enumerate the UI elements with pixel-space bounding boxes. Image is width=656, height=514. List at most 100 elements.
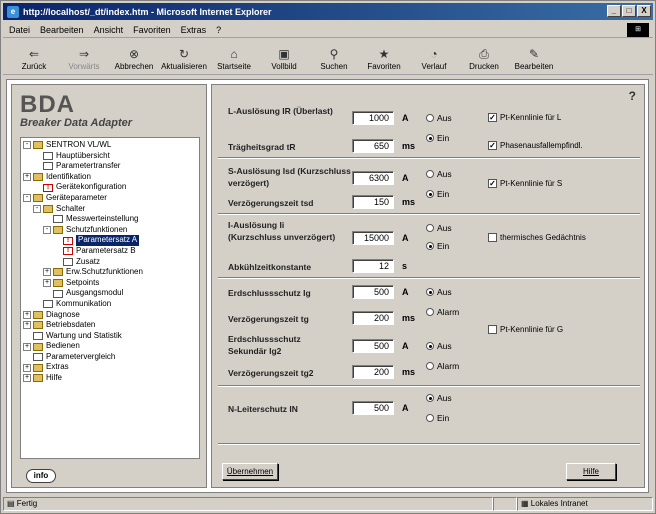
tree-item[interactable]: Parametervergleich <box>23 352 199 363</box>
tree-item[interactable]: Parametertransfer <box>23 161 199 172</box>
expand-icon[interactable]: + <box>23 363 31 372</box>
toolbar-button-vollbild[interactable]: ▣ Vollbild <box>259 40 309 74</box>
n-radio-off[interactable]: Aus <box>426 393 452 403</box>
menu-extras[interactable]: Extras <box>181 25 207 35</box>
tree-item[interactable]: Kommunikation <box>23 299 199 310</box>
page-icon <box>43 151 53 160</box>
expand-icon[interactable]: + <box>23 173 31 182</box>
tree-item[interactable]: + Setpoints <box>23 278 199 289</box>
tree-item[interactable]: - Geräteparameter <box>23 193 199 204</box>
tree-item[interactable]: + Identifikation <box>23 172 199 183</box>
collapse-icon[interactable]: - <box>43 226 51 235</box>
pt-g-checkbox[interactable]: Pt-Kennlinie für G <box>488 325 563 334</box>
expand-icon[interactable]: + <box>23 310 31 319</box>
s-radio-on[interactable]: Ein <box>426 189 449 199</box>
tree-item[interactable]: + Diagnose <box>23 310 199 321</box>
menu-favoriten[interactable]: Favoriten <box>133 25 171 35</box>
i-radio-on[interactable]: Ein <box>426 241 449 251</box>
toolbar-button-abbrechen[interactable]: ⊗ Abbrechen <box>109 40 159 74</box>
phase-loss-checkbox[interactable]: ✓ Phasenausfallempfindl. <box>488 141 583 150</box>
help-question-icon[interactable]: ? <box>629 89 636 103</box>
toolbar-button-drucken[interactable]: ⎙ Drucken <box>459 40 509 74</box>
info-button[interactable]: info <box>26 469 56 483</box>
tg-input[interactable]: 200 <box>352 311 394 325</box>
expand-icon[interactable]: + <box>43 268 51 277</box>
tree-item[interactable]: Ausgangsmodul <box>23 288 199 299</box>
s-trip-input[interactable]: 6300 <box>352 171 394 185</box>
thermal-memory-checkbox[interactable]: thermisches Gedächtnis <box>488 233 586 242</box>
s-trip-unit: A <box>402 173 409 183</box>
g-input[interactable]: 500 <box>352 285 394 299</box>
toolbar-button-startseite[interactable]: ⌂ Startseite <box>209 40 259 74</box>
search-icon: ⚲ <box>329 47 339 61</box>
cool-input[interactable]: 12 <box>352 259 394 273</box>
minimize-button[interactable]: _ <box>607 5 621 17</box>
menu-bearbeiten[interactable]: Bearbeiten <box>40 25 84 35</box>
expand-icon[interactable]: + <box>23 374 31 383</box>
l-radio-off[interactable]: Aus <box>426 113 452 123</box>
g2-radio-alarm[interactable]: Alarm <box>426 361 459 371</box>
s-radio-off[interactable]: Aus <box>426 169 452 179</box>
tree-item[interactable]: - Schalter <box>23 204 199 215</box>
g2-radio-off[interactable]: Aus <box>426 341 452 351</box>
close-button[interactable]: X <box>637 5 651 17</box>
pt-s-checkbox[interactable]: ✓ Pt-Kennlinie für S <box>488 179 562 188</box>
tr-input[interactable]: 650 <box>352 139 394 153</box>
tree-item[interactable]: + Erw.Schutzfunktionen <box>23 267 199 278</box>
tree-item[interactable]: ! Parametersatz B <box>23 246 199 257</box>
folder-icon <box>33 363 43 372</box>
menu-datei[interactable]: Datei <box>9 25 30 35</box>
help-button[interactable]: Hilfe <box>566 463 616 480</box>
maximize-button[interactable]: □ <box>622 5 636 17</box>
tree-item-label: Wartung und Statistik <box>46 330 122 340</box>
apply-button[interactable]: Übernehmen <box>222 463 278 480</box>
status-seg <box>493 497 517 511</box>
tree-item[interactable]: + Hilfe <box>23 373 199 384</box>
expand-icon[interactable]: + <box>23 321 31 330</box>
tree-item[interactable]: Zusatz <box>23 257 199 268</box>
toolbar-button-vorwärts[interactable]: ⇒ Vorwärts <box>59 40 109 74</box>
collapse-icon[interactable]: - <box>23 141 31 150</box>
n-input[interactable]: 500 <box>352 401 394 415</box>
expand-icon[interactable]: + <box>23 342 31 351</box>
n-radio-on[interactable]: Ein <box>426 413 449 423</box>
tree-item[interactable]: ! Parametersatz A <box>23 235 199 246</box>
toolbar-button-aktualisieren[interactable]: ↻ Aktualisieren <box>159 40 209 74</box>
i-trip-input[interactable]: 15000 <box>352 231 394 245</box>
tree-item[interactable]: Hauptübersicht <box>23 151 199 162</box>
tree-item[interactable]: ! Gerätekonfiguration <box>23 182 199 193</box>
tsd-input[interactable]: 150 <box>352 195 394 209</box>
pt-l-checkbox[interactable]: ✓ Pt-Kennlinie für L <box>488 113 561 122</box>
parameter-panel: ? L-Auslösung IR (Überlast) 1000 A Trägh… <box>211 84 645 488</box>
g2-input[interactable]: 500 <box>352 339 394 353</box>
folder-icon <box>33 141 43 150</box>
cool-label: Abkühlzeitkonstante <box>228 262 312 272</box>
toolbar-button-suchen[interactable]: ⚲ Suchen <box>309 40 359 74</box>
tree-item[interactable]: + Betriebsdaten <box>23 320 199 331</box>
tree-item[interactable]: - SENTRON VL/WL <box>23 140 199 151</box>
collapse-icon[interactable]: - <box>23 194 31 203</box>
toolbar-button-bearbeiten[interactable]: ✎ Bearbeiten <box>509 40 559 74</box>
divider <box>218 213 640 215</box>
expand-icon[interactable]: + <box>43 279 51 288</box>
tree-item-label: Zusatz <box>76 256 101 266</box>
tree-item[interactable]: Messwerteinstellung <box>23 214 199 225</box>
tree-item[interactable]: - Schutzfunktionen <box>23 225 199 236</box>
g-radio-alarm[interactable]: Alarm <box>426 307 459 317</box>
menu-ansicht[interactable]: Ansicht <box>94 25 124 35</box>
tree-item[interactable]: + Bedienen <box>23 341 199 352</box>
l-trip-input[interactable]: 1000 <box>352 111 394 125</box>
tree-item[interactable]: + Extras <box>23 362 199 373</box>
tree-item[interactable]: Wartung und Statistik <box>23 331 199 342</box>
i-radio-off[interactable]: Aus <box>426 223 452 233</box>
collapse-icon[interactable]: - <box>33 204 41 213</box>
toolbar-button-zurück[interactable]: ⇐ Zurück <box>9 40 59 74</box>
l-radio-on[interactable]: Ein <box>426 133 449 143</box>
divider <box>218 443 640 445</box>
tg2-input[interactable]: 200 <box>352 365 394 379</box>
g-radio-off[interactable]: Aus <box>426 287 452 297</box>
toolbar-button-verlauf[interactable]: ◔ Verlauf <box>409 40 459 74</box>
toolbar-button-favoriten[interactable]: ★ Favoriten <box>359 40 409 74</box>
menu-help[interactable]: ? <box>216 25 221 35</box>
browser-window: e http://localhost/_dt/index.htm - Micro… <box>0 0 656 514</box>
